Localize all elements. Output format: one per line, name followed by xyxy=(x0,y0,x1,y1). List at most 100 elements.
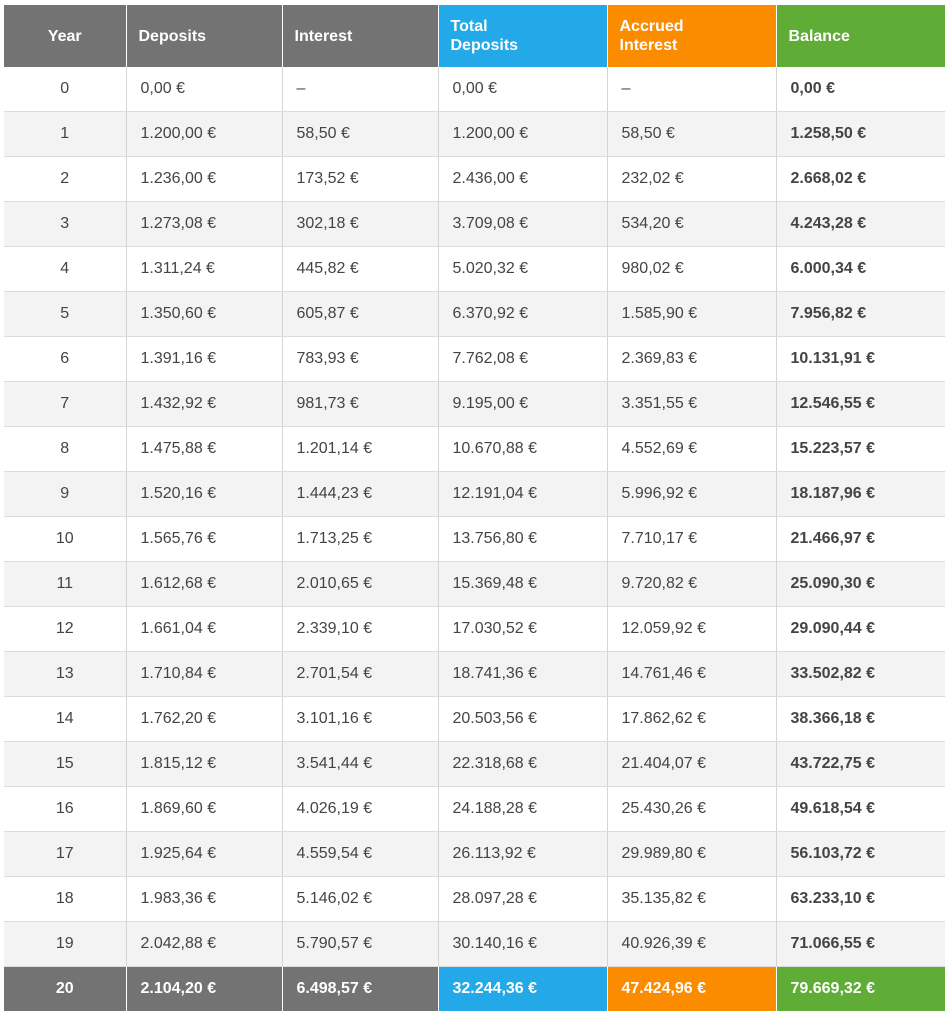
accrued-interest-cell: 4.552,69 € xyxy=(607,426,777,472)
year-cell: 9 xyxy=(4,471,127,517)
balance-cell: 21.466,97 € xyxy=(776,516,945,562)
deposits-cell: 1.200,00 € xyxy=(126,111,283,157)
table-row: 8 1.475,88 €1.201,14 €10.670,88 €4.552,69… xyxy=(4,426,945,472)
header-total-deposits: Total Deposits xyxy=(438,5,608,67)
accrued-interest-cell: 2.369,83 € xyxy=(607,336,777,382)
interest-cell: – xyxy=(282,67,439,112)
deposits-cell: 1.475,88 € xyxy=(126,426,283,472)
table-footer: 20 2.104,20 € 6.498,57 € 32.244,36 € 47.… xyxy=(4,966,945,1011)
table-body: 0 0,00 € –0,00 € –0,00 €1 1.200,00 €58,50 €1… xyxy=(4,67,945,967)
total-deposits-cell: 6.370,92 € xyxy=(438,291,608,337)
accrued-interest-cell: 25.430,26 € xyxy=(607,786,777,832)
total-deposits-cell: 17.030,52 € xyxy=(438,606,608,652)
deposits-cell: 1.565,76 € xyxy=(126,516,283,562)
table-row: 13 1.710,84 €2.701,54 €18.741,36 €14.761,… xyxy=(4,651,945,697)
year-cell: 10 xyxy=(4,516,127,562)
interest-cell: 3.541,44 € xyxy=(282,741,439,787)
year-cell: 5 xyxy=(4,291,127,337)
table-row: 1 1.200,00 €58,50 €1.200,00 €58,50 €1.258… xyxy=(4,111,945,157)
deposits-cell: 1.815,12 € xyxy=(126,741,283,787)
deposits-cell: 1.236,00 € xyxy=(126,156,283,202)
year-cell: 19 xyxy=(4,921,127,967)
table-row: 2 1.236,00 €173,52 €2.436,00 €232,02 €2.6… xyxy=(4,156,945,202)
interest-cell: 302,18 € xyxy=(282,201,439,247)
accrued-interest-cell: 232,02 € xyxy=(607,156,777,202)
header-accrued-interest: Accrued Interest xyxy=(607,5,777,67)
table-row: 9 1.520,16 €1.444,23 €12.191,04 €5.996,92… xyxy=(4,471,945,517)
year-cell: 14 xyxy=(4,696,127,742)
interest-cell: 5.146,02 € xyxy=(282,876,439,922)
accrued-interest-cell: 29.989,80 € xyxy=(607,831,777,877)
year-cell: 17 xyxy=(4,831,127,877)
total-deposits-cell: 24.188,28 € xyxy=(438,786,608,832)
total-interest-cell: 6.498,57 € xyxy=(282,966,439,1011)
accrued-interest-cell: 534,20 € xyxy=(607,201,777,247)
balance-cell: 18.187,96 € xyxy=(776,471,945,517)
header-balance: Balance xyxy=(776,5,945,67)
total-deposits-cell: 26.113,92 € xyxy=(438,831,608,877)
year-cell: 2 xyxy=(4,156,127,202)
table-row: 18 1.983,36 €5.146,02 €28.097,28 €35.135,… xyxy=(4,876,945,922)
total-deposits-cell: 0,00 € xyxy=(438,67,608,112)
deposits-cell: 1.983,36 € xyxy=(126,876,283,922)
interest-cell: 2.701,54 € xyxy=(282,651,439,697)
accrued-interest-cell: 17.862,62 € xyxy=(607,696,777,742)
accrued-interest-cell: 58,50 € xyxy=(607,111,777,157)
balance-cell: 10.131,91 € xyxy=(776,336,945,382)
accrued-interest-cell: 12.059,92 € xyxy=(607,606,777,652)
table-row: 5 1.350,60 €605,87 €6.370,92 €1.585,90 €7… xyxy=(4,291,945,337)
accrued-interest-cell: 9.720,82 € xyxy=(607,561,777,607)
header-interest: Interest xyxy=(282,5,439,67)
deposits-cell: 1.710,84 € xyxy=(126,651,283,697)
header-accrued-interest-line1: Accrued xyxy=(619,18,684,35)
total-deposits-cell: 22.318,68 € xyxy=(438,741,608,787)
accrued-interest-cell: 980,02 € xyxy=(607,246,777,292)
balance-cell: 38.366,18 € xyxy=(776,696,945,742)
table-row: 10 1.565,76 €1.713,25 €13.756,80 €7.710,1… xyxy=(4,516,945,562)
deposits-cell: 1.612,68 € xyxy=(126,561,283,607)
table-row: 0 0,00 € –0,00 € –0,00 € xyxy=(4,67,945,112)
total-year-cell: 20 xyxy=(4,966,127,1011)
interest-cell: 605,87 € xyxy=(282,291,439,337)
total-deposits-cell: 2.104,20 € xyxy=(126,966,283,1011)
interest-cell: 4.559,54 € xyxy=(282,831,439,877)
deposits-cell: 1.391,16 € xyxy=(126,336,283,382)
total-deposits-cell: 2.436,00 € xyxy=(438,156,608,202)
balance-cell: 29.090,44 € xyxy=(776,606,945,652)
table-row: 14 1.762,20 €3.101,16 €20.503,56 €17.862,… xyxy=(4,696,945,742)
total-deposits-cell: 10.670,88 € xyxy=(438,426,608,472)
balance-cell: 4.243,28 € xyxy=(776,201,945,247)
table-row: 15 1.815,12 €3.541,44 €22.318,68 €21.404,… xyxy=(4,741,945,787)
table-row: 6 1.391,16 €783,93 €7.762,08 €2.369,83 €1… xyxy=(4,336,945,382)
balance-cell: 7.956,82 € xyxy=(776,291,945,337)
accrued-interest-cell: 40.926,39 € xyxy=(607,921,777,967)
year-cell: 7 xyxy=(4,381,127,427)
total-deposits-cell: 9.195,00 € xyxy=(438,381,608,427)
accrued-interest-cell: 3.351,55 € xyxy=(607,381,777,427)
year-cell: 12 xyxy=(4,606,127,652)
header-accrued-interest-line2: Interest xyxy=(619,37,678,54)
table-row: 17 1.925,64 €4.559,54 €26.113,92 €29.989,… xyxy=(4,831,945,877)
deposits-cell: 1.520,16 € xyxy=(126,471,283,517)
interest-cell: 2.339,10 € xyxy=(282,606,439,652)
year-cell: 13 xyxy=(4,651,127,697)
interest-cell: 981,73 € xyxy=(282,381,439,427)
year-cell: 4 xyxy=(4,246,127,292)
deposits-cell: 1.311,24 € xyxy=(126,246,283,292)
savings-growth-table: Year Deposits Interest Total Deposits Ac… xyxy=(4,5,945,1011)
interest-cell: 58,50 € xyxy=(282,111,439,157)
total-deposits-cell: 20.503,56 € xyxy=(438,696,608,742)
balance-cell: 33.502,82 € xyxy=(776,651,945,697)
balance-cell: 1.258,50 € xyxy=(776,111,945,157)
deposits-cell: 1.273,08 € xyxy=(126,201,283,247)
header-row: Year Deposits Interest Total Deposits Ac… xyxy=(4,5,945,67)
total-deposits-cell: 7.762,08 € xyxy=(438,336,608,382)
year-cell: 18 xyxy=(4,876,127,922)
accrued-interest-cell: 7.710,17 € xyxy=(607,516,777,562)
deposits-cell: 1.925,64 € xyxy=(126,831,283,877)
header-total-deposits-line1: Total xyxy=(450,18,488,35)
total-balance-cell: 79.669,32 € xyxy=(776,966,945,1011)
deposits-cell: 2.042,88 € xyxy=(126,921,283,967)
header-deposits: Deposits xyxy=(126,5,283,67)
year-cell: 0 xyxy=(4,67,127,112)
